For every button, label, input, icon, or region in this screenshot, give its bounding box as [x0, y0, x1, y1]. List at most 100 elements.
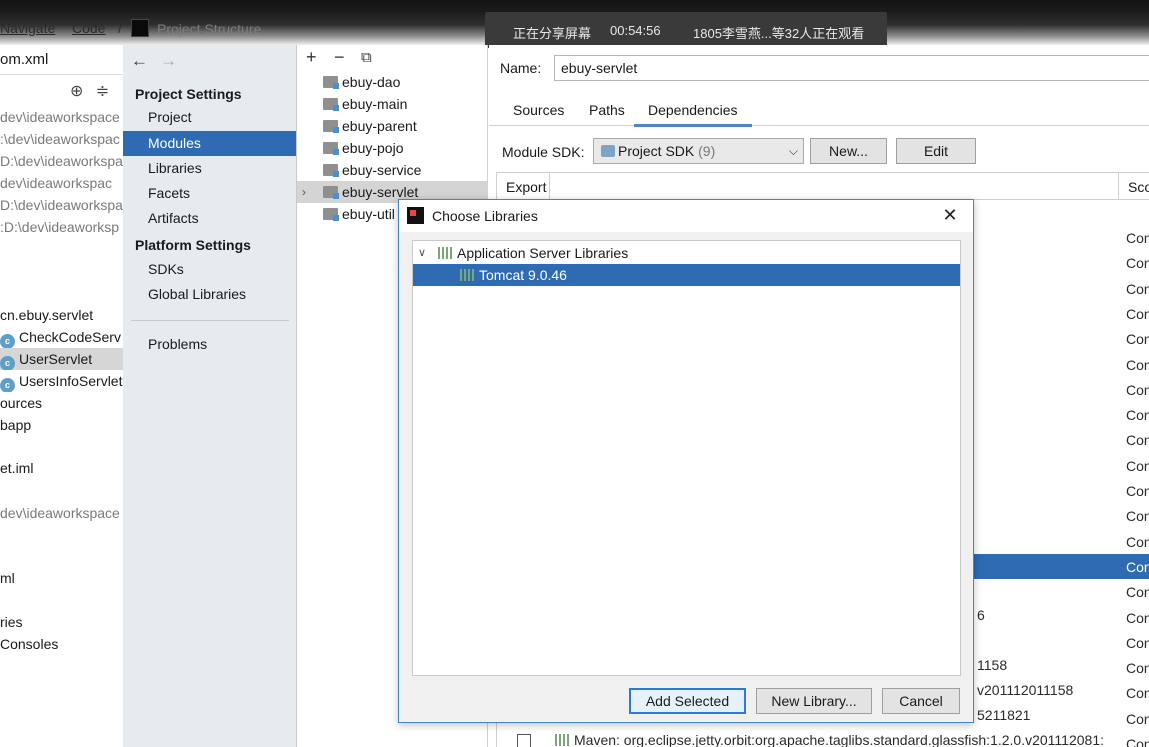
tree-row[interactable]: cn.ebuy.servlet	[0, 304, 123, 326]
nav-item-sdks[interactable]: SDKs	[123, 257, 296, 282]
tree-row[interactable]: dev\ideaworkspac	[0, 172, 123, 194]
module-item-ebuy-service[interactable]: ebuy-service	[297, 159, 488, 181]
column-export[interactable]: Export	[506, 179, 546, 195]
tree-row[interactable]: dev\ideaworkspace	[0, 106, 123, 128]
tree-row-label: :\dev\ideaworkspac	[0, 131, 120, 147]
tree-row[interactable]: D:\dev\ideaworkspa	[0, 150, 123, 172]
tree-row[interactable]: c UserServlet	[0, 348, 123, 370]
share-status: 正在分享屏幕	[513, 26, 592, 41]
project-tree: om.xml ⊕ ≑ dev\ideaworkspace :\dev\ideawo…	[0, 45, 123, 747]
class-icon: c	[0, 334, 15, 348]
scope-cell[interactable]: Con	[1126, 660, 1149, 676]
scope-cell[interactable]: Con	[1126, 559, 1149, 575]
tab-dependencies[interactable]: Dependencies	[634, 102, 752, 127]
tree-row[interactable]: dev\ideaworkspace	[0, 502, 123, 524]
copy-module-icon[interactable]: ⧉	[361, 49, 372, 66]
tree-row[interactable]: :D:\dev\ideaworksp	[0, 216, 123, 238]
library-icon	[555, 734, 570, 746]
editor-tab[interactable]: om.xml	[0, 45, 123, 75]
nav-item-artifacts[interactable]: Artifacts	[123, 206, 296, 231]
tree-row[interactable]: ources	[0, 392, 123, 414]
share-viewers: 1805李雪燕...等32人正在观看	[693, 26, 865, 41]
scope-cell[interactable]: Con	[1126, 432, 1149, 448]
dependency-fragment: 6	[977, 607, 985, 623]
nav-item-libraries[interactable]: Libraries	[123, 156, 296, 181]
library-row-tomcat[interactable]: Tomcat 9.0.46	[413, 264, 960, 286]
scope-cell[interactable]: Con	[1126, 230, 1149, 246]
nav-item-project[interactable]: Project	[123, 105, 296, 130]
dialog-titlebar: Choose Libraries ✕	[399, 200, 973, 232]
scope-cell[interactable]: Con	[1126, 534, 1149, 550]
scope-cell[interactable]: Con	[1126, 458, 1149, 474]
library-group-row[interactable]: ∨ Application Server Libraries	[413, 242, 960, 264]
tree-row[interactable]: c CheckCodeServ	[0, 326, 123, 348]
scope-cell[interactable]: Con	[1126, 508, 1149, 524]
module-folder-icon	[323, 164, 339, 177]
nav-item-global-libraries[interactable]: Global Libraries	[123, 282, 296, 307]
scope-cell[interactable]: Con	[1126, 281, 1149, 297]
module-item-ebuy-pojo[interactable]: ebuy-pojo	[297, 137, 488, 159]
tree-row[interactable]: ml	[0, 567, 123, 589]
add-selected-button[interactable]: Add Selected	[629, 688, 746, 714]
dependency-fragment: 1158	[977, 657, 1008, 673]
tree-row[interactable]: c UsersInfoServlet	[0, 370, 123, 392]
selected-dependency-row[interactable]	[971, 554, 1149, 579]
scope-cell[interactable]: Con	[1126, 357, 1149, 373]
module-label: ebuy-dao	[342, 74, 401, 90]
scope-cell[interactable]: Con	[1126, 382, 1149, 398]
menu-code[interactable]: Code	[72, 20, 105, 36]
scope-cell[interactable]: Con	[1126, 610, 1149, 626]
remove-module-icon[interactable]: −	[334, 47, 345, 68]
close-icon[interactable]: ✕	[939, 204, 961, 226]
platform-settings-heading: Platform Settings	[135, 237, 251, 253]
module-item-ebuy-main[interactable]: ebuy-main	[297, 93, 488, 115]
scope-cell[interactable]: Con	[1126, 255, 1149, 271]
forward-arrow-icon[interactable]: →	[160, 51, 177, 71]
new-library-button[interactable]: New Library...	[756, 688, 872, 714]
add-module-icon[interactable]: +	[306, 47, 317, 68]
tree-row[interactable]: Consoles	[0, 633, 123, 655]
tree-row[interactable]: bapp	[0, 414, 123, 436]
tree-row[interactable]: D:\dev\ideaworkspa	[0, 194, 123, 216]
dependency-row-maven[interactable]: Maven: org.eclipse.jetty.orbit:org.apach…	[555, 732, 1104, 747]
scope-cell[interactable]: Con	[1126, 736, 1149, 747]
module-sdk-select[interactable]: Project SDK (9) ⌵	[593, 138, 804, 164]
scope-cell[interactable]: Con	[1126, 306, 1149, 322]
tree-row[interactable]: et.iml	[0, 457, 123, 479]
module-label: ebuy-parent	[342, 118, 417, 134]
dependency-fragment: 5211821	[977, 707, 1031, 723]
new-sdk-button[interactable]: New...	[810, 138, 887, 164]
module-item-ebuy-parent[interactable]: ebuy-parent	[297, 115, 488, 137]
library-icon	[460, 269, 475, 281]
module-name-input[interactable]: ebuy-servlet	[554, 55, 1149, 81]
chevron-down-icon[interactable]: ∨	[418, 242, 426, 264]
locate-icon[interactable]: ⊕	[70, 83, 83, 100]
module-folder-icon	[323, 120, 339, 133]
chevron-right-icon[interactable]: ›	[302, 181, 306, 203]
cancel-button[interactable]: Cancel	[882, 688, 960, 714]
tree-row[interactable]: ries	[0, 611, 123, 633]
module-item-ebuy-dao[interactable]: ebuy-dao	[297, 71, 488, 93]
collapse-all-icon[interactable]: ≑	[96, 83, 109, 100]
scope-cell[interactable]: Con	[1126, 483, 1149, 499]
back-arrow-icon[interactable]: ←	[131, 51, 148, 71]
column-scope[interactable]: Sco	[1128, 179, 1149, 195]
export-checkbox[interactable]	[517, 734, 531, 747]
scope-cell[interactable]: Con	[1126, 711, 1149, 727]
tab-sources[interactable]: Sources	[513, 102, 564, 118]
tab-paths[interactable]: Paths	[589, 102, 625, 118]
scope-cell[interactable]: Con	[1126, 584, 1149, 600]
tree-row[interactable]: :\dev\ideaworkspac	[0, 128, 123, 150]
scope-cell[interactable]: Con	[1126, 407, 1149, 423]
scope-cell[interactable]: Con	[1126, 685, 1149, 701]
menu-navigate[interactable]: Navigate	[0, 20, 55, 36]
module-folder-icon	[323, 186, 339, 199]
nav-item-problems[interactable]: Problems	[123, 332, 296, 357]
library-item: Tomcat 9.0.46	[460, 264, 567, 286]
library-icon	[438, 247, 453, 259]
edit-sdk-button[interactable]: Edit	[896, 138, 976, 164]
scope-cell[interactable]: Con	[1126, 331, 1149, 347]
nav-item-facets[interactable]: Facets	[123, 181, 296, 206]
scope-cell[interactable]: Con	[1126, 635, 1149, 651]
nav-item-modules[interactable]: Modules	[123, 131, 296, 156]
